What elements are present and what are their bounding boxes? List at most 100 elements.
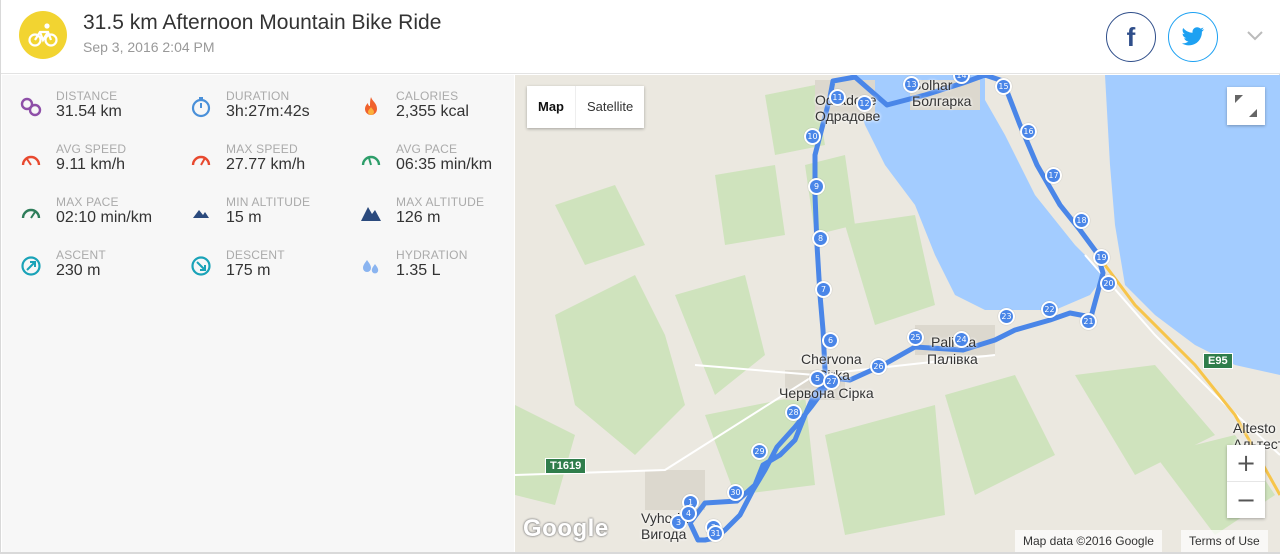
route-map[interactable]: Odradove Одрадове Bolhar Болгарка Chervo… (515, 75, 1280, 552)
stat-ascent: ASCENT 230 m (19, 248, 189, 292)
route-marker[interactable]: 31 (707, 525, 724, 542)
route-marker[interactable]: 15 (995, 78, 1012, 95)
route-marker[interactable]: 17 (1045, 167, 1062, 184)
stat-value: 126 m (396, 209, 441, 226)
route-marker[interactable]: 13 (903, 76, 920, 93)
route-marker[interactable]: 16 (1020, 123, 1037, 140)
route-marker[interactable]: 29 (751, 443, 768, 460)
stat-value: 02:10 min/km (56, 209, 153, 226)
stat-duration: DURATION 3h:27m:42s (189, 89, 359, 133)
stat-value: 31.54 km (56, 103, 122, 120)
map-label-chervona: Chervona (801, 351, 862, 367)
pace-gauge-icon (19, 201, 43, 225)
pace-gauge-icon (359, 148, 383, 172)
mountain-small-icon (189, 201, 213, 225)
stat-label: MAX PACE (56, 195, 119, 209)
twitter-share-button[interactable] (1168, 12, 1218, 62)
stat-max-pace: MAX PACE 02:10 min/km (19, 195, 189, 239)
route-marker[interactable]: 7 (815, 281, 832, 298)
route-marker[interactable]: 21 (1080, 313, 1097, 330)
map-label-bolhar-cyr: Болгарка (912, 93, 972, 109)
route-marker[interactable]: 4 (680, 505, 697, 522)
fullscreen-button[interactable] (1227, 87, 1265, 125)
stat-max-altitude: MAX ALTITUDE 126 m (359, 195, 529, 239)
stat-label: DISTANCE (56, 89, 118, 103)
activity-title: 31.5 km Afternoon Mountain Bike Ride (83, 11, 442, 34)
stat-max-speed: MAX SPEED 27.77 km/h (189, 142, 359, 186)
stat-value: 2,355 kcal (396, 103, 469, 120)
route-marker[interactable]: 30 (727, 484, 744, 501)
stat-min-altitude: MIN ALTITUDE 15 m (189, 195, 359, 239)
route-marker[interactable]: 28 (785, 404, 802, 421)
water-drops-icon (359, 254, 383, 278)
stat-label: HYDRATION (396, 248, 468, 262)
zoom-in-button[interactable]: + (1227, 445, 1265, 481)
route-marker[interactable]: 18 (1073, 212, 1090, 229)
stat-value: 230 m (56, 262, 101, 279)
facebook-share-button[interactable]: f (1106, 12, 1156, 62)
route-marker[interactable]: 23 (998, 308, 1015, 325)
stat-label: MIN ALTITUDE (226, 195, 311, 209)
route-marker[interactable]: 27 (823, 373, 840, 390)
route-marker[interactable]: 10 (804, 128, 821, 145)
stat-value: 9.11 km/h (56, 156, 126, 173)
stat-distance: DISTANCE 31.54 km (19, 89, 189, 133)
route-marker[interactable]: 22 (1041, 301, 1058, 318)
route-marker[interactable]: 9 (808, 178, 825, 195)
route-marker[interactable]: 25 (907, 329, 924, 346)
stat-descent: DESCENT 175 m (189, 248, 359, 292)
chevron-down-icon[interactable] (1241, 22, 1269, 50)
flame-icon (359, 95, 383, 119)
route-marker[interactable]: 26 (870, 358, 887, 375)
stat-avg-speed: AVG SPEED 9.11 km/h (19, 142, 189, 186)
map-label-altesto: Altesto (1233, 420, 1276, 436)
stat-avg-pace: AVG PACE 06:35 min/km (359, 142, 529, 186)
route-marker[interactable]: 12 (856, 95, 873, 112)
stopwatch-icon (189, 95, 213, 119)
map-type-map-button[interactable]: Map (527, 86, 575, 128)
google-logo: Google (523, 515, 609, 542)
stat-label: CALORIES (396, 89, 459, 103)
stat-value: 3h:27m:42s (226, 103, 310, 120)
terms-of-use-link[interactable]: Terms of Use (1181, 530, 1268, 552)
activity-datetime: Sep 3, 2016 2:04 PM (83, 39, 215, 55)
stat-value: 1.35 L (396, 262, 441, 279)
descent-arrow-icon (189, 254, 213, 278)
twitter-icon (1181, 27, 1205, 46)
ascent-arrow-icon (19, 254, 43, 278)
stat-label: MAX SPEED (226, 142, 298, 156)
route-marker[interactable]: 8 (812, 230, 829, 247)
activity-card: 31.5 km Afternoon Mountain Bike Ride Sep… (0, 0, 1280, 554)
facebook-icon: f (1126, 21, 1136, 52)
map-label-palivka-cyr: Палівка (927, 351, 978, 367)
zoom-control: + − (1227, 445, 1265, 518)
map-background (515, 75, 1280, 552)
route-marker[interactable]: 20 (1100, 275, 1117, 292)
stat-label: DURATION (226, 89, 290, 103)
map-type-control: Map Satellite (527, 86, 645, 128)
map-type-satellite-button[interactable]: Satellite (575, 86, 644, 128)
road-shield-t1619: T1619 (545, 458, 587, 474)
stats-panel: DISTANCE 31.54 km DURATION 3h:27m:42s CA… (2, 75, 514, 552)
stat-value: 15 m (226, 209, 262, 226)
stat-label: AVG PACE (396, 142, 458, 156)
zoom-out-button[interactable]: − (1227, 482, 1265, 518)
stat-label: AVG SPEED (56, 142, 127, 156)
road-shield-e95: E95 (1203, 353, 1233, 369)
route-marker[interactable]: 19 (1093, 249, 1110, 266)
speedometer-icon (19, 148, 43, 172)
stat-label: MAX ALTITUDE (396, 195, 485, 209)
stat-value: 06:35 min/km (396, 156, 493, 173)
stat-label: DESCENT (226, 248, 285, 262)
speedometer-icon (189, 148, 213, 172)
stat-calories: CALORIES 2,355 kcal (359, 89, 529, 133)
route-marker[interactable]: 11 (829, 89, 846, 106)
stat-label: ASCENT (56, 248, 106, 262)
route-marker[interactable]: 24 (953, 331, 970, 348)
mountain-large-icon (359, 201, 383, 225)
activity-header: 31.5 km Afternoon Mountain Bike Ride Sep… (1, 0, 1280, 74)
map-label-odradove-cyr: Одрадове (815, 108, 881, 124)
route-marker[interactable]: 6 (822, 332, 839, 349)
mountain-bike-icon (19, 11, 67, 59)
map-attribution: Map data ©2016 Google (1015, 530, 1162, 552)
